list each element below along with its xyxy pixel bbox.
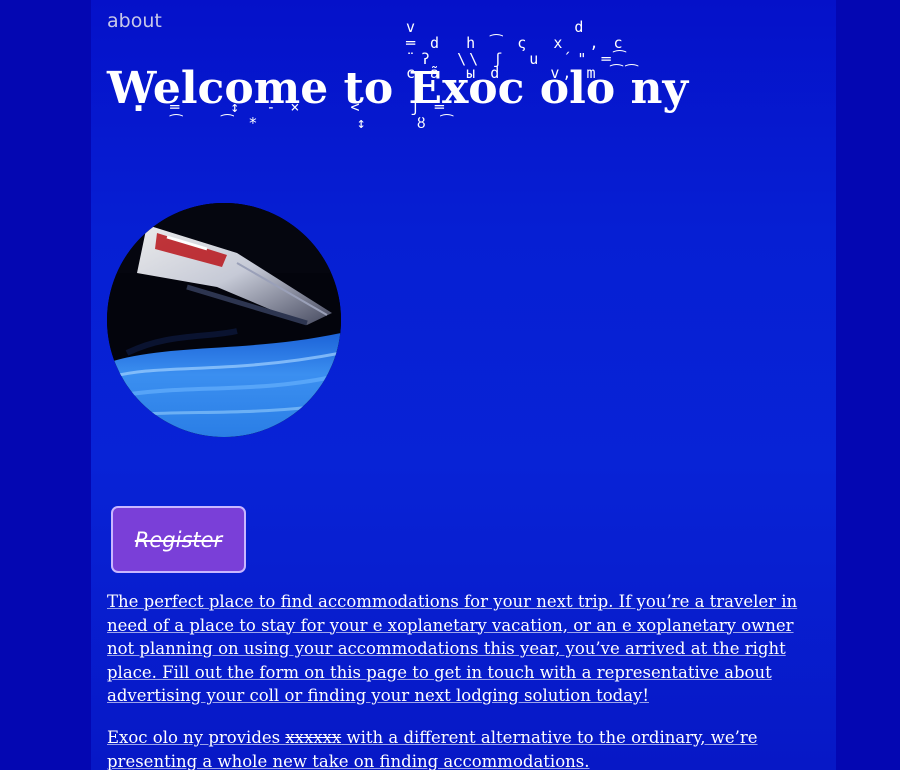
register-button[interactable]: Register	[111, 506, 246, 573]
spaceship-over-water-image	[107, 203, 341, 437]
about-paragraph: Exoc olo ny provides xxxxxx with a diffe…	[107, 726, 822, 770]
intro-paragraph: The perfect place to find accommodations…	[107, 592, 798, 705]
glitch-decoration-bottom: ▪ ═ ↕ - × < ʃ ═	[134, 98, 447, 116]
about-link[interactable]: about	[107, 10, 162, 32]
redacted-text: xxxxxx	[285, 728, 342, 747]
glitch-decoration-top-2: ═ d h ⁀ ς x , c	[406, 34, 626, 52]
hero-image	[107, 203, 341, 437]
glitch-decoration-bottom-2: ⁀ ⁀ * ↕ ȣ ⁀	[134, 114, 456, 132]
about-paragraph-start: Exoc olo ny provides	[107, 728, 286, 747]
glitch-decoration-top: v d	[406, 18, 587, 36]
